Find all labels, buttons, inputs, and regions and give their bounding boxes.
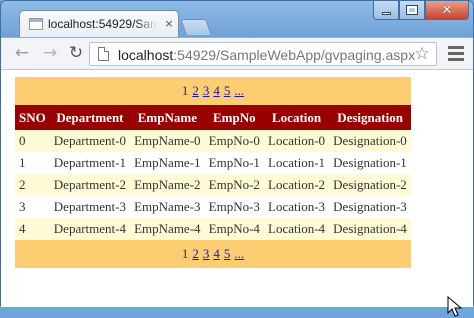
- table-cell: Department-3: [49, 196, 131, 218]
- url-host: localhost: [118, 47, 174, 63]
- new-tab-button[interactable]: [180, 19, 212, 35]
- pager-top: 1 2 3 4 5...: [15, 77, 411, 105]
- table-cell: EmpName-0: [130, 130, 205, 152]
- page-content: 1 2 3 4 5... SNO Department EmpName EmpNo Locati…: [1, 69, 473, 317]
- table-row: 2 Department-2 EmpName-2 EmpNo-2 Location-2 D…: [15, 174, 411, 196]
- browser-tab[interactable]: localhost:54929/SampleW ×: [19, 10, 179, 38]
- bookmark-star-icon[interactable]: ☆: [412, 44, 432, 64]
- table-row: 3 Department-3 EmpName-3 EmpNo-3 Location-3 D…: [15, 196, 411, 218]
- table-cell: EmpNo-1: [204, 152, 265, 174]
- table-cell: Department-0: [49, 130, 131, 152]
- pager-bottom: 1 2 3 4 5...: [15, 240, 411, 268]
- pager-current-page: 1: [181, 246, 189, 261]
- table-cell: EmpName-3: [130, 196, 205, 218]
- column-header: Department: [49, 105, 131, 130]
- column-header: EmpName: [130, 105, 205, 130]
- tab-title: localhost:54929/SampleW: [48, 17, 158, 31]
- pager-cell: 1 2 3 4 5...: [15, 77, 411, 105]
- column-header: Designation: [329, 105, 411, 130]
- table-cell: EmpNo-2: [204, 174, 265, 196]
- pager-page-link[interactable]: ...: [234, 83, 244, 98]
- table-cell: EmpNo-0: [204, 130, 265, 152]
- table-cell: EmpNo-4: [204, 218, 265, 240]
- table-row: 0 Department-0 EmpName-0 EmpNo-0 Location-0 D…: [15, 130, 411, 152]
- table-cell: 3: [15, 196, 50, 218]
- page-icon: [98, 47, 109, 61]
- column-header: Location: [264, 105, 330, 130]
- employee-gridview: 1 2 3 4 5... SNO Department EmpName EmpNo Locati…: [15, 77, 411, 268]
- table-cell: Location-0: [264, 130, 330, 152]
- tab-close-icon[interactable]: ×: [163, 17, 175, 31]
- table-cell: EmpName-1: [130, 152, 205, 174]
- pager-page-link[interactable]: 5: [224, 246, 231, 261]
- maximize-icon: [406, 5, 418, 15]
- browser-window: localhost:54929/SampleW × ✕ ← → ↻ localh…: [0, 0, 474, 317]
- table-cell: EmpNo-3: [204, 196, 265, 218]
- column-header: SNO: [15, 105, 50, 130]
- tab-strip: localhost:54929/SampleW × ✕: [1, 1, 474, 38]
- back-arrow-icon[interactable]: ←: [11, 41, 33, 65]
- hamburger-menu-icon[interactable]: [448, 46, 464, 62]
- header-row: SNO Department EmpName EmpNo Location Designa…: [15, 105, 411, 130]
- address-bar[interactable]: localhost:54929/SampleWebApp/gvpaging.as…: [89, 42, 437, 66]
- table-cell: Department-2: [49, 174, 131, 196]
- browser-toolbar: ← → ↻ localhost:54929/SampleWebApp/gvpag…: [1, 37, 473, 69]
- table-cell: Designation-4: [329, 218, 411, 240]
- table-cell: Designation-2: [329, 174, 411, 196]
- table-cell: 2: [15, 174, 50, 196]
- pager-page-link[interactable]: 2: [192, 246, 199, 261]
- pager-current-page: 1: [181, 83, 189, 98]
- pager-page-link[interactable]: 3: [203, 83, 210, 98]
- url-text[interactable]: localhost:54929/SampleWebApp/gvpaging.as…: [118, 45, 415, 65]
- table-cell: Department-1: [49, 152, 131, 174]
- table-cell: 0: [15, 130, 50, 152]
- maximize-button[interactable]: [399, 1, 425, 20]
- table-cell: Designation-0: [329, 130, 411, 152]
- url-path: :54929/SampleWebApp/gvpaging.aspx: [173, 47, 416, 63]
- table-row: 4 Department-4 EmpName-4 EmpNo-4 Location-4 D…: [15, 218, 411, 240]
- table-cell: EmpName-4: [130, 218, 205, 240]
- pager-page-link[interactable]: 5: [224, 83, 231, 98]
- reload-icon[interactable]: ↻: [65, 41, 87, 65]
- table-cell: Designation-3: [329, 196, 411, 218]
- table-cell: Designation-1: [329, 152, 411, 174]
- pager-page-link[interactable]: ...: [234, 246, 244, 261]
- pager-page-link[interactable]: 3: [203, 246, 210, 261]
- mouse-pointer-icon: [447, 296, 463, 317]
- table-cell: Location-1: [264, 152, 330, 174]
- table-cell: Location-4: [264, 218, 330, 240]
- minimize-icon: [381, 11, 391, 15]
- table-cell: Location-3: [264, 196, 330, 218]
- forward-arrow-icon[interactable]: →: [39, 41, 61, 65]
- table-cell: EmpName-2: [130, 174, 205, 196]
- pager-page-link[interactable]: 2: [192, 83, 199, 98]
- pager-page-link[interactable]: 4: [213, 83, 220, 98]
- window-controls: ✕: [373, 1, 469, 21]
- table-cell: Location-2: [264, 174, 330, 196]
- close-window-button[interactable]: ✕: [425, 1, 469, 20]
- table-cell: 1: [15, 152, 50, 174]
- pager-cell: 1 2 3 4 5...: [15, 240, 411, 268]
- page-favicon-icon: [29, 18, 43, 30]
- minimize-button[interactable]: [373, 1, 399, 20]
- table-cell: 4: [15, 218, 50, 240]
- pager-page-link[interactable]: 4: [213, 246, 220, 261]
- column-header: EmpNo: [204, 105, 265, 130]
- table-row: 1 Department-1 EmpName-1 EmpNo-1 Location-1 D…: [15, 152, 411, 174]
- table-cell: Department-4: [49, 218, 131, 240]
